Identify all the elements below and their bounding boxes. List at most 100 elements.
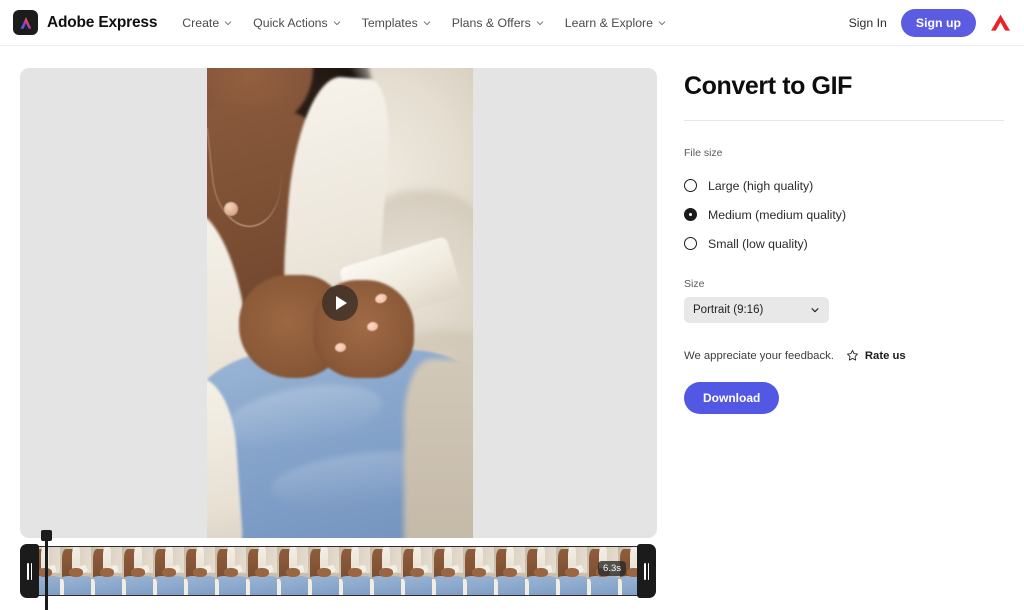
filmstrip[interactable]	[28, 546, 648, 596]
filmstrip-frame	[153, 547, 184, 595]
playhead-icon[interactable]	[41, 530, 52, 610]
nav-label: Quick Actions	[253, 15, 328, 30]
grip-line	[26, 562, 29, 580]
frame-layer	[91, 578, 95, 595]
filmstrip-frame	[463, 547, 494, 595]
frame-layer	[193, 568, 207, 577]
size-label: Size	[684, 278, 705, 290]
frame-layer	[255, 568, 269, 577]
filmstrip-frame	[122, 547, 153, 595]
frame-layer	[224, 568, 238, 577]
grip-line	[30, 562, 33, 580]
video-timeline[interactable]: 6.3s	[20, 530, 656, 610]
star-outline-icon	[846, 349, 858, 361]
adobe-a-logo-icon[interactable]	[990, 13, 1011, 32]
frame-layer	[370, 575, 401, 595]
filmstrip-frame	[60, 547, 91, 595]
radio-option-large[interactable]: Large (high quality)	[684, 171, 1004, 200]
frame-layer	[246, 578, 250, 595]
feedback-row: We appreciate your feedback. Rate us	[684, 349, 1004, 362]
title-divider	[684, 120, 1004, 121]
frame-layer	[534, 568, 548, 577]
filmstrip-frame	[215, 547, 246, 595]
filmstrip-frame	[370, 547, 401, 595]
frame-layer	[100, 568, 114, 577]
convert-settings-panel: Convert to GIF File size Large (high qua…	[684, 68, 1004, 414]
playhead-knob[interactable]	[41, 530, 52, 541]
size-select[interactable]: Portrait (9:16)	[684, 297, 829, 323]
chevron-down-icon	[536, 20, 544, 25]
filmstrip-frame	[246, 547, 277, 595]
nav-item-quick-actions[interactable]: Quick Actions	[253, 16, 341, 30]
frame-layer	[525, 578, 529, 595]
filmstrip-frame	[401, 547, 432, 595]
frame-layer	[91, 575, 122, 595]
trim-handle-left-icon[interactable]	[20, 544, 39, 598]
frame-layer	[215, 575, 246, 595]
frame-layer	[184, 575, 215, 595]
chevron-down-icon	[224, 20, 232, 25]
frame-layer	[618, 578, 622, 595]
download-button[interactable]: Download	[684, 382, 780, 414]
filmstrip-frame	[91, 547, 122, 595]
frame-layer	[401, 575, 432, 595]
sign-up-button[interactable]: Sign up	[900, 8, 976, 37]
nav-item-create[interactable]: Create	[182, 16, 232, 30]
chevron-down-icon	[333, 20, 340, 25]
rate-us-button[interactable]: Rate us	[846, 349, 906, 362]
radio-circle-selected-icon[interactable]	[684, 208, 697, 221]
radio-label: Medium (medium quality)	[708, 207, 847, 222]
rate-us-label: Rate us	[864, 349, 906, 362]
frame-layer	[308, 578, 312, 595]
header-actions: Sign In Sign up	[849, 8, 1011, 37]
feedback-text: We appreciate your feedback.	[684, 349, 834, 362]
sign-in-link[interactable]: Sign In	[849, 16, 887, 30]
frame-layer	[441, 568, 455, 577]
frame-layer	[184, 578, 188, 595]
radio-option-medium[interactable]: Medium (medium quality)	[684, 200, 1004, 229]
frame-layer	[348, 568, 362, 577]
frame-layer	[494, 578, 498, 595]
frame-layer	[60, 575, 91, 595]
frame-layer	[153, 575, 184, 595]
radio-label: Large (high quality)	[708, 178, 814, 193]
filmstrip-frame	[494, 547, 525, 595]
frame-layer	[122, 578, 126, 595]
radio-circle-icon[interactable]	[684, 237, 697, 250]
frame-layer	[401, 578, 405, 595]
chevron-down-icon	[423, 20, 430, 25]
filmstrip-frame	[525, 547, 556, 595]
frame-layer	[410, 568, 424, 577]
scene-couch	[403, 359, 473, 538]
radio-option-small[interactable]: Small (low quality)	[684, 229, 1004, 258]
nav-label: Plans & Offers	[451, 15, 531, 30]
filmstrip-frame	[308, 547, 339, 595]
frame-layer	[153, 578, 157, 595]
frame-layer	[503, 568, 517, 577]
frame-layer	[286, 568, 300, 577]
nav-label: Templates	[361, 15, 418, 30]
chevron-down-icon	[658, 20, 666, 25]
frame-layer	[525, 575, 556, 595]
radio-circle-icon[interactable]	[684, 179, 697, 192]
play-button[interactable]	[322, 285, 358, 321]
frame-layer	[494, 575, 525, 595]
frame-layer	[432, 578, 436, 595]
file-size-radio-group: Large (high quality) Medium (medium qual…	[684, 171, 1004, 258]
video-player[interactable]	[207, 68, 473, 538]
nav-item-templates[interactable]: Templates	[362, 16, 431, 30]
grip-line	[647, 562, 650, 580]
frame-layer	[587, 575, 618, 595]
frame-layer	[277, 578, 281, 595]
frame-layer	[339, 578, 343, 595]
frame-layer	[432, 575, 463, 595]
video-preview-canvas	[20, 68, 657, 538]
brand-home-link[interactable]: Adobe Express	[13, 10, 157, 35]
trim-handle-right-icon[interactable]	[637, 544, 656, 598]
brand-name: Adobe Express	[47, 13, 158, 31]
nav-item-plans-and-offers[interactable]: Plans & Offers	[452, 16, 544, 30]
nav-item-learn-and-explore[interactable]: Learn & Explore	[565, 16, 666, 30]
main-nav: Create Quick Actions Templates Plans & O…	[182, 16, 666, 30]
filmstrip-frame	[277, 547, 308, 595]
nav-label: Create	[182, 15, 220, 30]
